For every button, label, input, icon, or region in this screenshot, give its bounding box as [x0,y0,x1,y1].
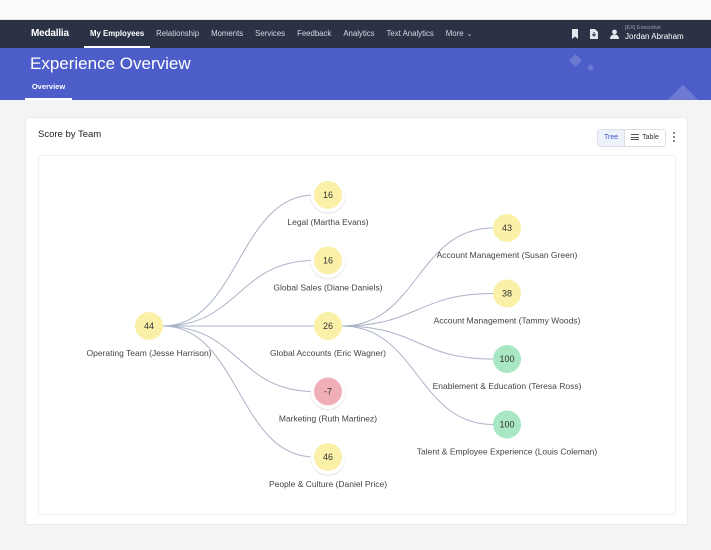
nav-item-my-employees[interactable]: My Employees [84,20,151,48]
score-value: 16 [323,190,333,200]
team-label: Talent & Employee Experience (Louis Cole… [417,447,598,457]
nav-item-feedback[interactable]: Feedback [291,20,337,48]
view-toggle: Tree Table [597,129,666,147]
nav-item-analytics[interactable]: Analytics [337,20,380,48]
tree-chart-area: 44 Operating Team (Jesse Harrison) 16 Legal… [38,155,676,515]
tree-link [162,260,315,327]
score-value: 46 [323,452,333,462]
team-label: Operating Team (Jesse Harrison) [86,348,211,358]
team-label: Legal (Martha Evans) [287,217,368,227]
decorative-diamond [664,84,702,100]
score-by-team-card: Score by Team Tree Table 44 Operating Tea… [25,117,688,525]
team-label: Global Sales (Diane Daniels) [273,283,382,293]
tree-node-sales[interactable]: 16 Global Sales (Diane Daniels) [273,243,383,293]
medallia-logo[interactable]: Medallia [31,28,69,39]
tab-overview[interactable]: Overview [25,76,72,100]
nav-item-moments[interactable]: Moments [205,20,249,48]
team-label: Enablement & Education (Teresa Ross) [433,381,582,391]
tree-link [162,194,315,327]
user-role: [EX] Executive [625,25,661,31]
card-title: Score by Team [38,129,102,140]
tree-link [162,325,315,458]
team-label: Account Management (Susan Green) [437,250,578,260]
top-navbar: Medallia My Employees Relationship Momen… [0,20,711,48]
tree-node-tee[interactable]: 100 Talent & Employee Experience (Louis C… [417,410,598,457]
tree-node-accts[interactable]: 26 Global Accounts (Eric Wagner) [270,312,386,358]
table-view-button[interactable]: Table [625,130,665,146]
nav-item-more[interactable]: More ⌄ [440,20,479,48]
bookmark-icon[interactable] [571,29,579,39]
browser-top-strip [0,0,711,20]
score-value: 16 [323,256,333,266]
tree-link [341,227,494,327]
decorative-diamond [569,54,582,67]
team-label: Global Accounts (Eric Wagner) [270,348,386,358]
page-title: Experience Overview [30,54,191,73]
score-value: 44 [144,321,154,331]
tree-node-op[interactable]: 44 Operating Team (Jesse Harrison) [86,312,212,358]
nav-item-relationship[interactable]: Relationship [150,20,205,48]
user-menu[interactable]: [EX] Executive Jordan Abraham [625,25,684,42]
score-value: 38 [502,289,512,299]
score-value: -7 [324,387,332,397]
score-value: 100 [499,420,514,430]
list-icon [631,134,640,140]
user-name: Jordan Abraham [625,32,684,41]
chevron-down-icon: ⌄ [466,31,473,38]
nav-menu: My Employees Relationship Moments Servic… [84,20,478,48]
tree-node-ee[interactable]: 100 Enablement & Education (Teresa Ross) [433,345,582,391]
score-value: 26 [323,321,333,331]
tree-node-am2[interactable]: 38 Account Management (Tammy Woods) [434,279,581,326]
more-vertical-icon[interactable] [671,131,677,145]
nav-item-services[interactable]: Services [249,20,291,48]
decorative-diamond [586,63,595,72]
nav-item-text-analytics[interactable]: Text Analytics [381,20,440,48]
page-header: Experience Overview Overview [0,48,711,100]
export-icon[interactable] [590,29,598,39]
tree-node-mkt[interactable]: -7 Marketing (Ruth Martinez) [279,374,377,424]
tree-link [341,325,494,425]
team-label: Marketing (Ruth Martinez) [279,414,377,424]
tree-node-legal[interactable]: 16 Legal (Martha Evans) [287,177,369,228]
user-icon[interactable] [610,29,619,39]
tree-view-button[interactable]: Tree [598,130,626,146]
team-label: People & Culture (Daniel Price) [269,479,387,489]
tree-node-people[interactable]: 46 People & Culture (Daniel Price) [269,439,387,490]
team-label: Account Management (Tammy Woods) [434,316,581,326]
score-value: 43 [502,223,512,233]
tree-link [162,325,315,392]
score-value: 100 [499,354,514,364]
team-tree: 44 Operating Team (Jesse Harrison) 16 Legal… [86,177,598,490]
